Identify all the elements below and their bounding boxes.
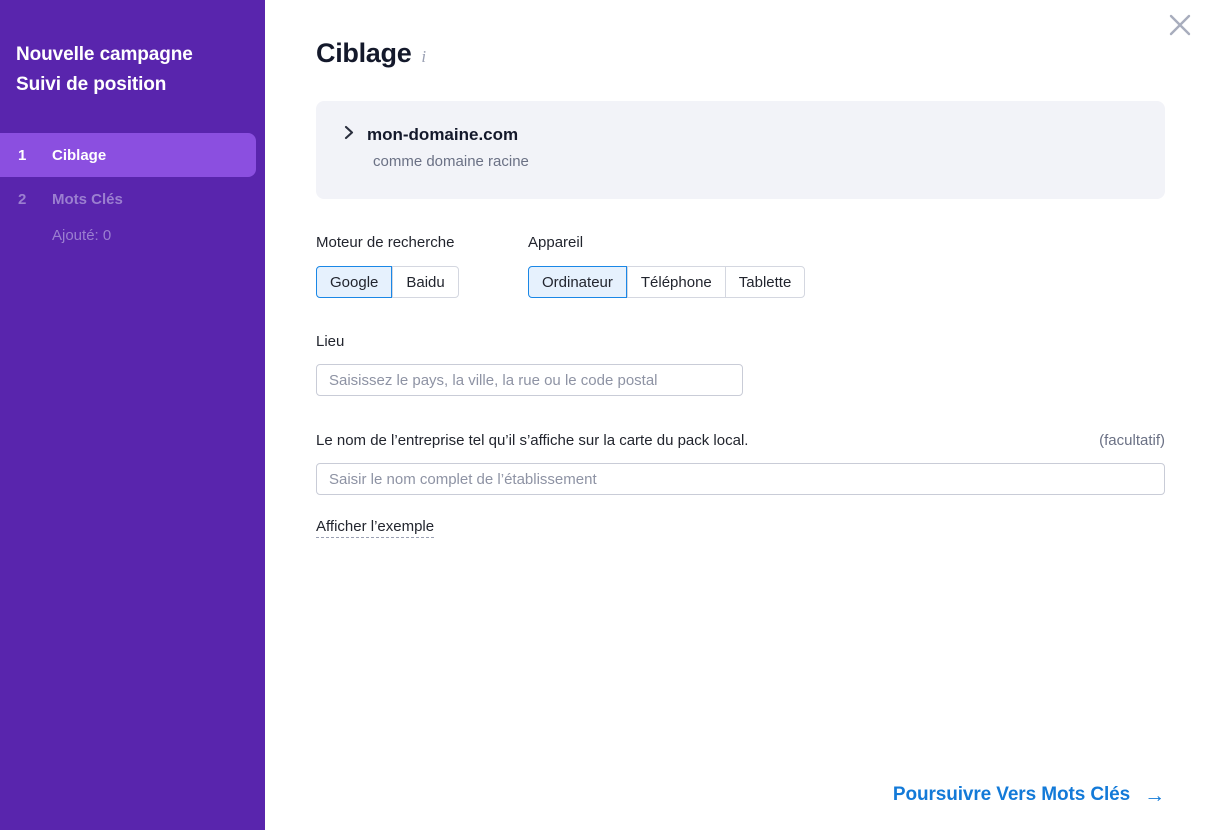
wizard-sidebar: Nouvelle campagne Suivi de position 1 Ci… [0, 0, 265, 830]
info-icon[interactable]: i [421, 47, 425, 67]
location-input-placeholder: Saisissez le pays, la ville, la rue ou l… [329, 372, 658, 389]
segment-baidu[interactable]: Baidu [392, 266, 458, 298]
domain-name: mon-domaine.com [367, 125, 518, 145]
sidebar-title-line-2: Suivi de position [16, 70, 265, 100]
step-number-1: 1 [18, 147, 52, 164]
business-name-group: Le nom de l’entreprise tel qu’il s’affic… [316, 432, 1165, 495]
device-group: Appareil Ordinateur Téléphone Tablette [528, 234, 805, 298]
continue-button-label: Poursuivre Vers Mots Clés [893, 784, 1130, 806]
search-engine-toggle: Google Baidu [316, 266, 459, 298]
location-group: Lieu Saisissez le pays, la ville, la rue… [316, 333, 743, 396]
business-name-header: Le nom de l’entreprise tel qu’il s’affic… [316, 432, 1165, 449]
step-label-mots-cles: Mots Clés [52, 191, 123, 208]
location-input[interactable]: Saisissez le pays, la ville, la rue ou l… [316, 364, 743, 396]
sidebar-title: Nouvelle campagne Suivi de position [0, 0, 265, 100]
device-label: Appareil [528, 234, 805, 251]
business-name-input[interactable]: Saisir le nom complet de l’établissement [316, 463, 1165, 495]
step-number-2: 2 [18, 191, 52, 208]
page-title-text: Ciblage [316, 38, 411, 69]
sidebar-item-ciblage[interactable]: 1 Ciblage [0, 133, 256, 177]
device-toggle: Ordinateur Téléphone Tablette [528, 266, 805, 298]
arrow-right-icon: → [1144, 785, 1165, 806]
search-engine-group: Moteur de recherche Google Baidu [316, 234, 459, 298]
continue-to-keywords-button[interactable]: Poursuivre Vers Mots Clés → [893, 784, 1165, 806]
chevron-right-icon[interactable] [344, 125, 355, 145]
search-engine-label: Moteur de recherche [316, 234, 459, 251]
business-name-optional-tag: (facultatif) [1099, 432, 1165, 449]
segment-ordinateur[interactable]: Ordinateur [528, 266, 627, 298]
location-label: Lieu [316, 333, 743, 350]
page-title: Ciblage i [316, 38, 426, 69]
sidebar-title-line-1: Nouvelle campagne [16, 40, 265, 70]
domain-subtitle: comme domaine racine [344, 153, 1165, 170]
step-label-ciblage: Ciblage [52, 147, 106, 164]
segment-tablette[interactable]: Tablette [725, 266, 806, 298]
business-name-label: Le nom de l’entreprise tel qu’il s’affic… [316, 432, 748, 449]
close-icon [1167, 12, 1193, 38]
show-example-link[interactable]: Afficher l’exemple [316, 518, 434, 538]
segment-telephone[interactable]: Téléphone [627, 266, 725, 298]
domain-card[interactable]: mon-domaine.com comme domaine racine [316, 101, 1165, 199]
close-button[interactable] [1161, 6, 1199, 44]
keywords-added-count: Ajouté: 0 [0, 227, 265, 244]
wizard-content: Ciblage i mon-domaine.com comme domaine … [265, 0, 1209, 830]
business-name-input-placeholder: Saisir le nom complet de l’établissement [329, 471, 597, 488]
domain-row: mon-domaine.com [344, 125, 1165, 145]
segment-google[interactable]: Google [316, 266, 392, 298]
wizard-steps: 1 Ciblage 2 Mots Clés Ajouté: 0 [0, 133, 265, 244]
campaign-wizard-modal: Nouvelle campagne Suivi de position 1 Ci… [0, 0, 1209, 830]
sidebar-item-mots-cles[interactable]: 2 Mots Clés [0, 177, 265, 221]
